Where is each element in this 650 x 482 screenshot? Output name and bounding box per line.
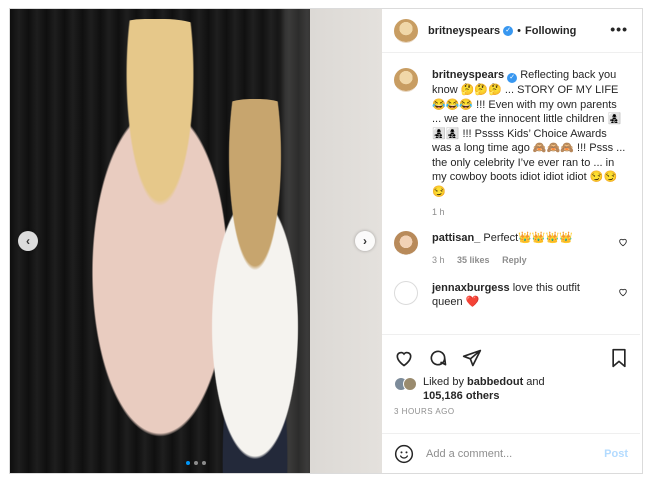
post-timestamp[interactable]: 3 HOURS AGO	[382, 403, 640, 416]
caption-text: Reflecting back you know 🤔🤔🤔 ... STORY O…	[432, 69, 626, 198]
comment-item: jennaxburgess love this outfit queen ❤️	[382, 281, 640, 309]
action-bar	[382, 335, 640, 371]
commenter-username[interactable]: pattisan_	[432, 232, 480, 244]
commenter-avatar[interactable]	[394, 281, 418, 305]
commenter-username[interactable]: jennaxburgess	[432, 282, 510, 294]
likes-text: Liked by babbedout and 105,186 others	[423, 375, 545, 403]
comment-icon[interactable]	[428, 348, 448, 368]
verified-badge-icon: ✓	[507, 73, 518, 83]
comment-item: pattisan_ Perfect👑👑👑👑 3 h 35 likes Reply	[382, 231, 640, 267]
liker-avatars[interactable]	[394, 377, 417, 391]
header-separator: •	[517, 24, 522, 37]
caption-time: 1 h	[432, 207, 445, 217]
comment-body: jennaxburgess love this outfit queen ❤️	[432, 281, 612, 309]
carousel-dot	[194, 461, 198, 465]
carousel-dot-active	[186, 461, 190, 465]
verified-badge-icon: ✓	[503, 25, 514, 36]
heart-icon[interactable]	[394, 348, 414, 368]
carousel-dot	[202, 461, 206, 465]
instagram-post: ‹ › britneyspears ✓ • Following ••• brit…	[9, 8, 643, 474]
comments-section: britneyspears ✓ Reflecting back you know …	[382, 54, 640, 334]
likes-prefix: Liked by	[423, 376, 468, 388]
comment-text: Perfect👑👑👑👑	[483, 232, 573, 244]
reply-button[interactable]: Reply	[502, 255, 527, 265]
caption-text-block: britneyspears ✓ Reflecting back you know …	[432, 68, 628, 199]
share-icon[interactable]	[462, 348, 482, 368]
comment-input[interactable]	[426, 447, 596, 460]
post-caption: britneyspears ✓ Reflecting back you know …	[382, 54, 640, 199]
post-photo[interactable]: ‹ ›	[10, 9, 382, 473]
more-options-icon[interactable]: •••	[610, 21, 628, 37]
author-avatar[interactable]	[394, 18, 418, 43]
comment-like-heart-icon[interactable]	[618, 237, 628, 250]
post-header: britneyspears ✓ • Following •••	[382, 9, 642, 53]
comment-meta: 3 h 35 likes Reply	[432, 253, 612, 267]
following-button[interactable]: Following	[525, 25, 576, 37]
commenter-avatar[interactable]	[394, 231, 418, 255]
caption-avatar[interactable]	[394, 68, 418, 92]
photo-subject-right	[180, 99, 330, 473]
comment-like-heart-icon[interactable]	[618, 287, 628, 300]
comment-body: pattisan_ Perfect👑👑👑👑 3 h 35 likes Reply	[432, 231, 612, 267]
post-sidebar: britneyspears ✓ • Following ••• britneys…	[382, 9, 642, 473]
likes-summary: Liked by babbedout and 105,186 others	[382, 371, 640, 403]
bookmark-icon[interactable]	[610, 348, 628, 368]
author-username[interactable]: britneyspears	[428, 25, 500, 37]
previous-slide-button[interactable]: ‹	[18, 231, 38, 251]
comment-likes[interactable]: 35 likes	[457, 255, 490, 265]
next-slide-button[interactable]: ›	[355, 231, 375, 251]
emoji-icon[interactable]	[394, 444, 414, 464]
post-comment-button[interactable]: Post	[604, 448, 628, 460]
comment-time: 3 h	[432, 255, 445, 265]
add-comment-bar: Post	[382, 433, 640, 473]
caption-username[interactable]: britneyspears	[432, 69, 504, 81]
likes-middle: and	[523, 376, 545, 388]
liker-username[interactable]: babbedout	[467, 376, 523, 388]
likes-count[interactable]: 105,186 others	[423, 390, 499, 402]
carousel-dots	[186, 461, 206, 465]
